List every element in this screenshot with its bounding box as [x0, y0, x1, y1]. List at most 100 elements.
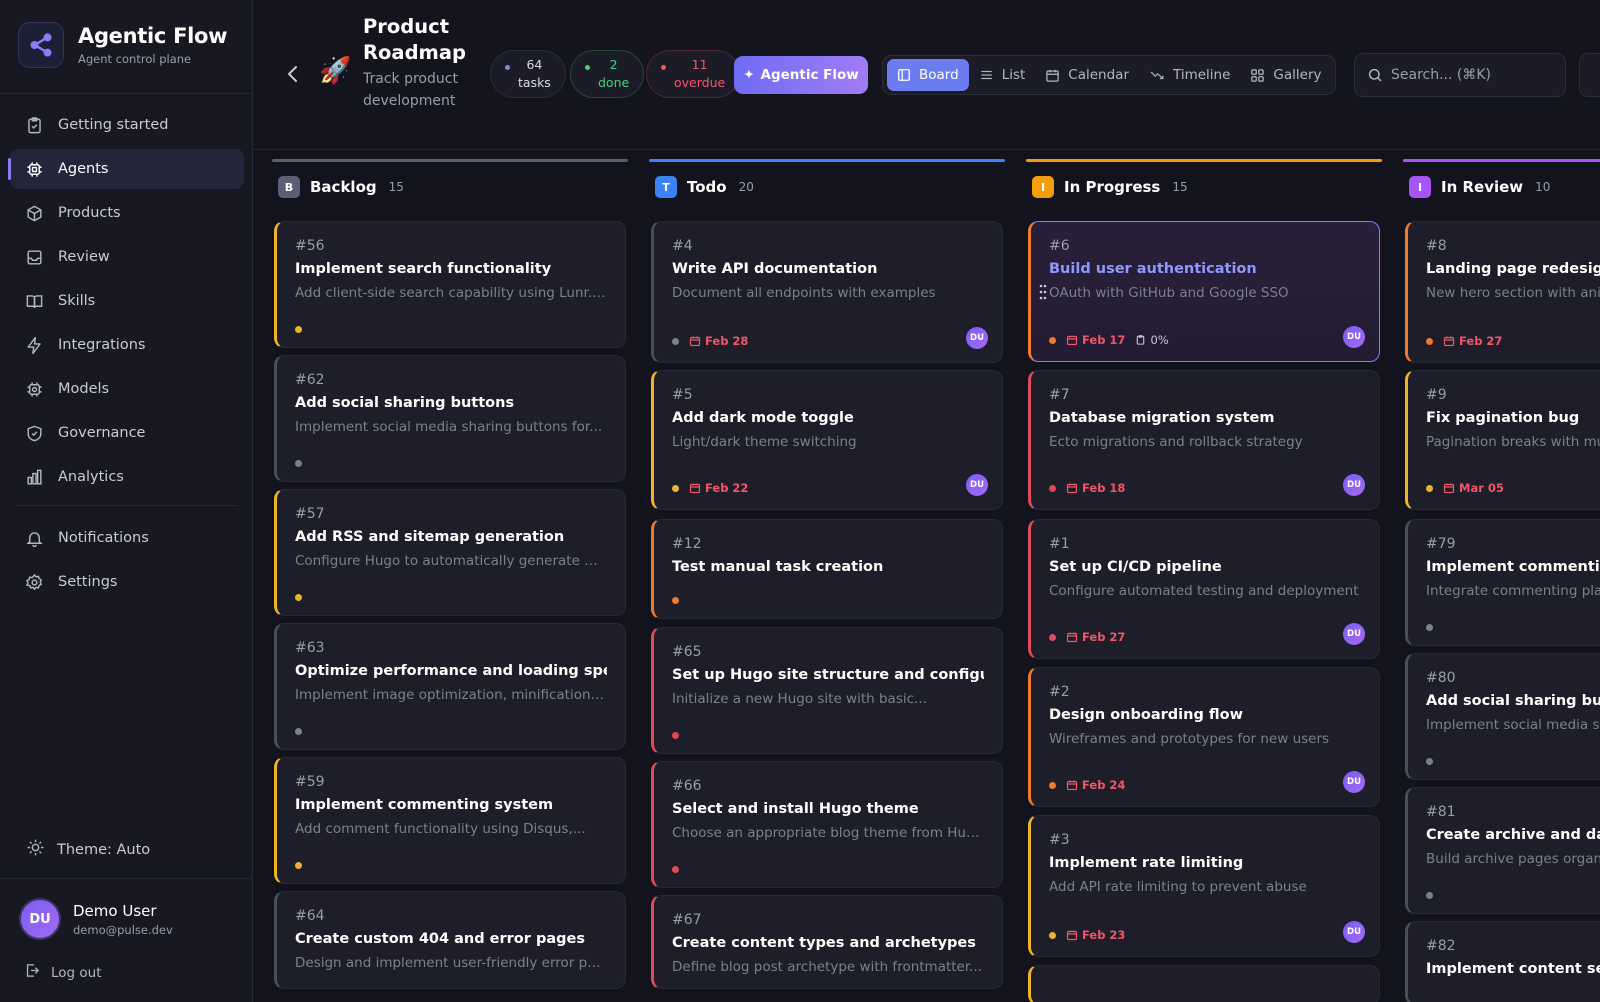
task-card[interactable]: #8 Landing page redesign New hero sectio… [1405, 221, 1600, 363]
user-email: demo@pulse.dev [73, 922, 173, 937]
sidebar-item-skills[interactable]: Skills [10, 281, 244, 321]
assignee-avatar[interactable]: DU [1343, 623, 1365, 645]
task-id: #2 [1049, 684, 1070, 700]
task-card[interactable]: #67 Create content types and archetypes … [651, 895, 1003, 989]
column-title: In Progress [1064, 178, 1161, 196]
due-date: Feb 22 [705, 481, 749, 495]
column-header[interactable]: T Todo 20 [655, 176, 754, 198]
board-icon [897, 68, 911, 82]
brand[interactable]: Agentic Flow Agent control plane [18, 22, 228, 68]
task-title: Fix pagination bug [1426, 410, 1580, 426]
sidebar-item-governance[interactable]: Governance [10, 413, 244, 453]
task-card[interactable]: #79 Implement commenting s Integrate com… [1405, 519, 1600, 646]
view-label: List [1001, 67, 1026, 83]
sidebar-item-products[interactable]: Products [10, 193, 244, 233]
search-input[interactable]: Search... (⌘K) [1354, 53, 1566, 97]
column-header[interactable]: B Backlog 15 [278, 176, 404, 198]
calendar-icon [1066, 631, 1078, 643]
task-card[interactable]: #59 Implement commenting system Add comm… [274, 757, 626, 884]
task-card[interactable]: #4 Write API documentation Document all … [651, 221, 1003, 363]
task-id: #65 [672, 644, 702, 660]
assignee-avatar[interactable]: DU [966, 327, 988, 349]
task-card[interactable]: #2 Design onboarding flow Wireframes and… [1028, 667, 1380, 807]
column-header[interactable]: I In Review 10 [1409, 176, 1550, 198]
calendar-icon [689, 335, 701, 347]
user-profile[interactable]: DU Demo User demo@pulse.dev [19, 898, 173, 940]
filter-button[interactable] [1579, 53, 1600, 97]
assignee-avatar[interactable]: DU [1343, 326, 1365, 348]
task-card-selected[interactable]: #6 Build user authentication OAuth with … [1028, 221, 1380, 362]
view-tab-calendar[interactable]: Calendar [1035, 59, 1139, 91]
assignee-avatar[interactable]: DU [1343, 921, 1365, 943]
task-id: #79 [1426, 536, 1456, 552]
priority-dot [1426, 758, 1433, 765]
kanban-board: B Backlog 15 #56 Implement search functi… [253, 151, 1600, 1002]
sidebar-item-settings[interactable]: Settings [10, 562, 244, 602]
inbox-icon [24, 247, 44, 267]
assignee-avatar[interactable]: DU [1343, 771, 1365, 793]
task-id: #82 [1426, 938, 1456, 954]
task-card[interactable]: #56 Implement search functionality Add c… [274, 221, 626, 348]
task-title: Select and install Hugo theme [672, 801, 919, 817]
task-id: #4 [672, 238, 693, 254]
task-title: Test manual task creation [672, 559, 884, 575]
task-card[interactable]: #64 Create custom 404 and error pages De… [274, 891, 626, 989]
task-card[interactable]: #7 Database migration system Ecto migrat… [1028, 370, 1380, 510]
sidebar-item-review[interactable]: Review [10, 237, 244, 277]
task-card[interactable]: #12 Test manual task creation [651, 519, 1003, 619]
cpu-icon [24, 159, 44, 179]
drag-handle-icon[interactable] [1039, 284, 1047, 304]
column-badge: I [1032, 176, 1054, 198]
back-button[interactable] [283, 64, 303, 84]
logout-button[interactable]: Log out [24, 962, 102, 983]
task-card[interactable]: #1 Set up CI/CD pipeline Configure autom… [1028, 519, 1380, 659]
sidebar-item-label: Integrations [58, 337, 146, 353]
task-id: #9 [1426, 387, 1447, 403]
sidebar-item-analytics[interactable]: Analytics [10, 457, 244, 497]
priority-dot [295, 594, 302, 601]
assignee-avatar[interactable]: DU [966, 474, 988, 496]
task-card[interactable] [1028, 965, 1380, 1002]
sidebar-item-integrations[interactable]: Integrations [10, 325, 244, 365]
sidebar-item-getting-started[interactable]: Getting started [10, 105, 244, 145]
view-tab-board[interactable]: Board [887, 59, 969, 91]
sidebar-item-notifications[interactable]: Notifications [10, 518, 244, 558]
task-card[interactable]: #82 Implement content series [1405, 921, 1600, 1002]
view-label: Gallery [1273, 67, 1322, 83]
view-tab-list[interactable]: List [969, 59, 1036, 91]
column-header[interactable]: I In Progress 15 [1032, 176, 1188, 198]
task-title: Optimize performance and loading speed [295, 663, 607, 679]
assignee-avatar[interactable]: DU [1343, 474, 1365, 496]
task-title: Add RSS and sitemap generation [295, 529, 565, 545]
task-id: #56 [295, 238, 325, 254]
priority-dot [1426, 337, 1433, 345]
task-card[interactable]: #81 Create archive and date- Build archi… [1405, 787, 1600, 914]
task-card[interactable]: #3 Implement rate limiting Add API rate … [1028, 815, 1380, 957]
sidebar-item-label: Review [58, 249, 110, 265]
task-card[interactable]: #5 Add dark mode toggle Light/dark theme… [651, 370, 1003, 510]
sidebar-item-agents[interactable]: Agents [8, 149, 244, 189]
task-card[interactable]: #63 Optimize performance and loading spe… [274, 623, 626, 750]
task-description: Document all endpoints with examples [672, 285, 936, 301]
agentic-flow-button[interactable]: ✦ Agentic Flow [734, 56, 868, 94]
task-card[interactable]: #65 Set up Hugo site structure and confi… [651, 627, 1003, 754]
view-tab-gallery[interactable]: Gallery [1240, 59, 1331, 91]
sidebar-item-models[interactable]: Models [10, 369, 244, 409]
task-card[interactable]: #80 Add social sharing buttor Implement … [1405, 653, 1600, 780]
stat-tasks-badge: 64 tasks [490, 50, 566, 98]
sidebar-nav: Getting started Agents Products Review S… [8, 105, 244, 606]
theme-toggle[interactable]: Theme: Auto [26, 838, 150, 861]
calendar-icon [1443, 482, 1455, 494]
task-title: Create archive and date- [1426, 827, 1600, 843]
view-tab-timeline[interactable]: Timeline [1139, 59, 1240, 91]
task-id: #57 [295, 506, 325, 522]
task-card[interactable]: #66 Select and install Hugo theme Choose… [651, 761, 1003, 888]
task-card[interactable]: #9 Fix pagination bug Pagination breaks … [1405, 370, 1600, 510]
brand-subtitle: Agent control plane [78, 52, 192, 66]
task-title: Add social sharing buttor [1426, 693, 1600, 709]
task-card[interactable]: #57 Add RSS and sitemap generation Confi… [274, 489, 626, 616]
task-title: Build user authentication [1049, 261, 1257, 277]
task-card[interactable]: #62 Add social sharing buttons Implement… [274, 355, 626, 482]
priority-dot [672, 337, 679, 345]
user-name: Demo User [73, 901, 157, 920]
